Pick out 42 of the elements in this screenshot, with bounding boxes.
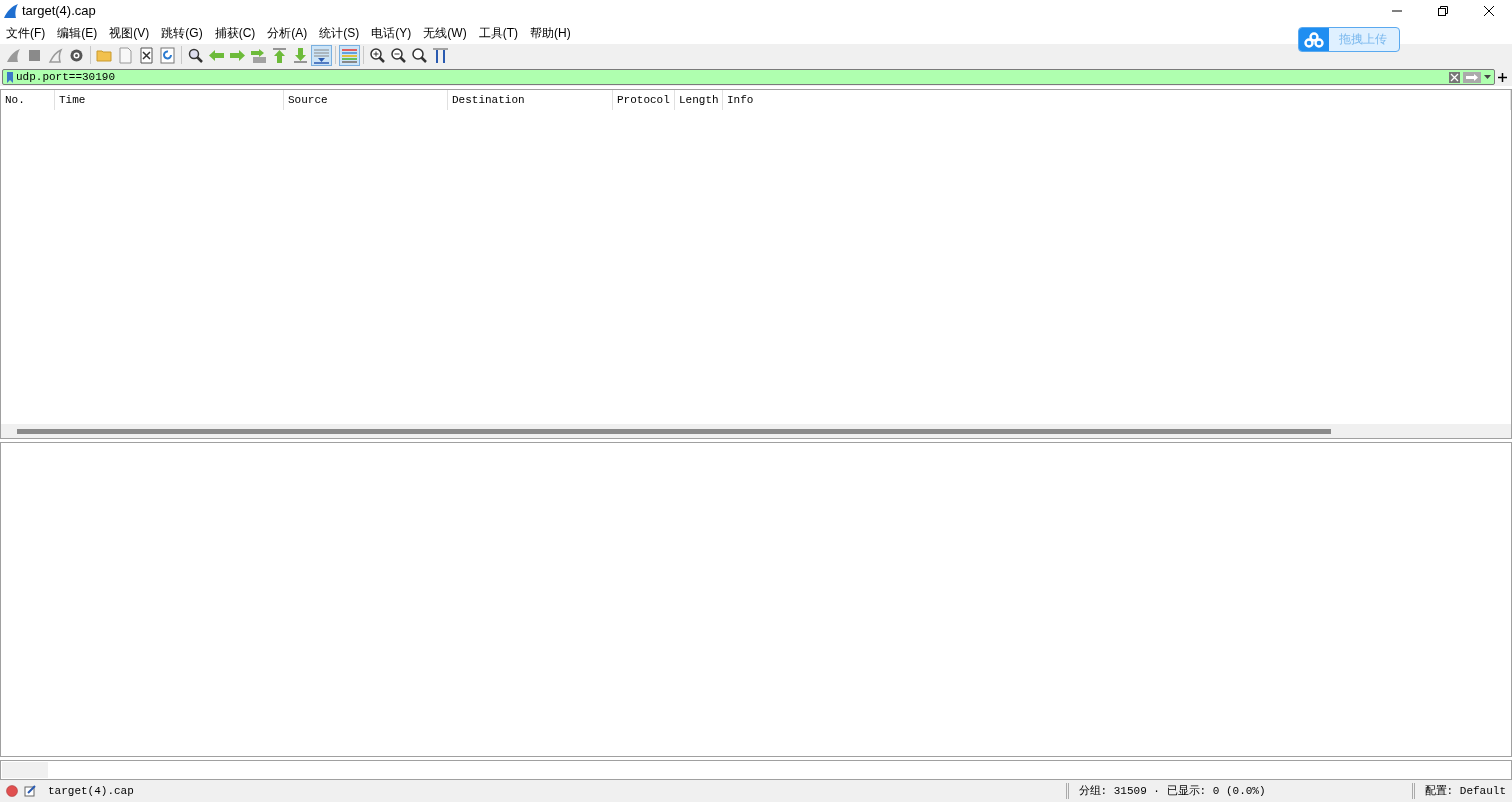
bookmark-icon — [6, 70, 14, 84]
zoom-in-icon — [369, 46, 386, 64]
cloud-icon — [1304, 31, 1324, 48]
arrow-down-icon — [292, 46, 309, 64]
horizontal-scrollbar[interactable] — [17, 428, 1331, 434]
search-icon — [187, 46, 204, 64]
arrow-up-icon — [271, 46, 288, 64]
close-file-icon — [138, 46, 155, 64]
shark-fin-icon — [5, 46, 22, 64]
clear-icon — [1449, 71, 1460, 83]
colorize-icon — [341, 46, 358, 64]
menu-item[interactable]: 统计(S) — [313, 22, 366, 44]
record-dot-icon — [6, 785, 18, 797]
apply-arrow-icon — [1463, 71, 1481, 83]
menu-item[interactable]: 视图(V) — [103, 22, 156, 44]
packet-count: 分组: 31509 · 已显示: 0 (0.0%) — [1078, 783, 1266, 799]
edit-note-icon — [24, 785, 36, 797]
menu-item[interactable]: 电话(Y) — [365, 22, 418, 44]
zoom-out-icon — [390, 46, 407, 64]
close-icon — [1483, 5, 1495, 17]
menu-item[interactable]: 工具(T) — [472, 22, 524, 44]
reload-icon — [159, 46, 176, 64]
dropdown-caret-icon — [1484, 75, 1491, 79]
auto-scroll-icon — [313, 46, 330, 64]
shark-fin-icon — [47, 46, 64, 64]
menu-item[interactable]: 文件(F) — [0, 22, 52, 44]
display-filter-field[interactable]: udp.port==30190 — [2, 69, 1495, 85]
menu-item[interactable]: 帮助(H) — [524, 22, 577, 44]
restore-icon — [1437, 5, 1449, 17]
menu-item[interactable]: 捕获(C) — [208, 22, 262, 44]
profile-label[interactable]: 配置: Default — [1424, 782, 1506, 800]
shark-fin-icon — [3, 3, 19, 19]
menu-item[interactable]: 无线(W) — [417, 22, 473, 44]
resize-columns-icon — [432, 46, 449, 64]
zoom-icon — [411, 46, 428, 64]
go-to-icon — [250, 46, 267, 64]
menu-item[interactable]: 编辑(E) — [51, 22, 104, 44]
window-title: target(4).cap — [22, 2, 96, 21]
menu-item[interactable]: 跳转(G) — [155, 22, 209, 44]
menu-item[interactable]: 分析(A) — [261, 22, 314, 44]
capture-file-name: target(4).cap — [48, 783, 134, 799]
plus-icon — [1498, 72, 1507, 82]
